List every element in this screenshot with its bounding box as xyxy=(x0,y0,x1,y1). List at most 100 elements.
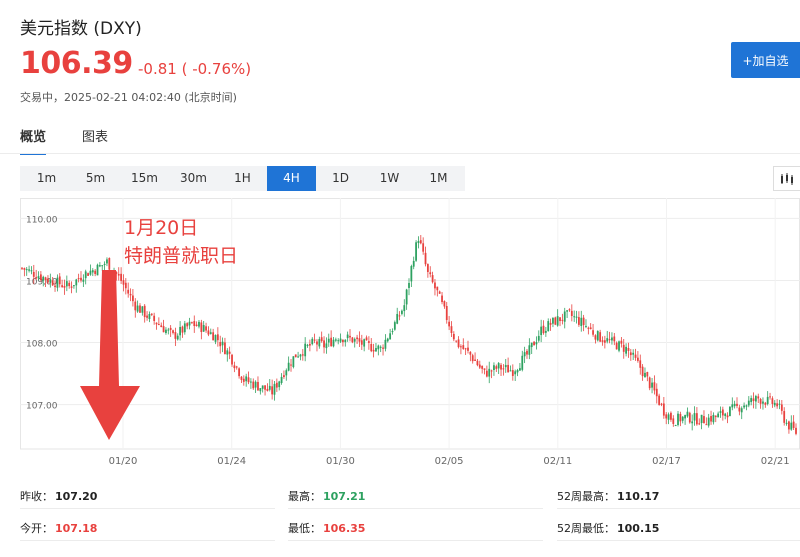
candle-body xyxy=(327,338,330,343)
candle-body xyxy=(353,338,356,342)
period-4h[interactable]: 4H xyxy=(267,166,316,191)
candle-body xyxy=(554,317,557,325)
candle-body xyxy=(530,342,533,348)
period-1h[interactable]: 1H xyxy=(218,166,267,191)
candle-body xyxy=(514,371,517,375)
candle-body xyxy=(594,335,597,340)
tab-divider xyxy=(0,153,800,154)
candle-body xyxy=(417,241,420,244)
candle-body xyxy=(519,368,521,371)
stat-low-value: 106.35 xyxy=(323,522,366,535)
stat-high: 最高： 107.21 xyxy=(288,488,365,504)
candle-body xyxy=(191,322,193,324)
candle-body xyxy=(405,289,408,305)
period-1m[interactable]: 1m xyxy=(22,166,71,191)
candle-body xyxy=(146,315,148,318)
candle-body xyxy=(360,340,363,345)
candle-body xyxy=(677,413,679,425)
candle-body xyxy=(176,335,179,340)
candle-body xyxy=(108,258,111,270)
stats-row-divider xyxy=(557,540,800,541)
candle-body xyxy=(780,404,783,411)
candle-body xyxy=(552,317,554,324)
stat-high-label: 最高： xyxy=(288,490,321,503)
candle-body xyxy=(769,396,771,398)
candle-body xyxy=(39,274,42,281)
tab-chart[interactable]: 图表 xyxy=(82,126,108,155)
add-watchlist-button[interactable]: +加自选 xyxy=(731,42,800,78)
trading-status: 交易中，2025-02-21 04:02:40 (北京时间) xyxy=(20,91,237,104)
y-tick-label: 107.00 xyxy=(26,402,58,412)
annotation-line-1: 1月20日 xyxy=(124,217,198,239)
candle-body xyxy=(320,337,323,342)
candle-body xyxy=(460,346,462,348)
candle-body xyxy=(497,363,500,369)
candle-body xyxy=(719,411,722,413)
candle-body xyxy=(143,305,146,318)
candle-body xyxy=(648,377,651,389)
candle-body xyxy=(77,278,80,280)
x-tick-label: 02/21 xyxy=(761,456,790,467)
candle-body xyxy=(235,366,238,368)
candle-body xyxy=(655,388,658,397)
stat-52w-high: 52周最高： 110.17 xyxy=(557,488,659,504)
period-30m[interactable]: 30m xyxy=(169,166,218,191)
candle-body xyxy=(462,345,465,349)
candle-body xyxy=(96,264,99,276)
candle-body xyxy=(426,264,429,272)
candle-body xyxy=(172,330,174,333)
candle-body xyxy=(117,273,120,276)
candle-body xyxy=(254,381,257,388)
candle-body xyxy=(490,370,493,372)
candle-body xyxy=(226,350,229,355)
price-chart[interactable]: 110.00 109.00 108.00 107.00 01/20 01/24 01/30 0… xyxy=(20,198,800,470)
tab-overview[interactable]: 概览 xyxy=(20,126,47,155)
candle-body xyxy=(103,263,106,265)
stats-row-divider xyxy=(20,508,275,509)
stat-52w-high-label: 52周最高： xyxy=(557,490,615,503)
candle-body xyxy=(141,306,144,313)
candle-body xyxy=(212,332,215,341)
candle-body xyxy=(625,346,627,354)
period-1mo[interactable]: 1M xyxy=(414,166,463,191)
candle-body xyxy=(707,417,710,426)
candle-body xyxy=(257,381,259,391)
candle-body xyxy=(304,343,307,357)
candle-body xyxy=(542,325,545,334)
candle-body xyxy=(438,291,441,294)
period-5m[interactable]: 5m xyxy=(71,166,120,191)
candle-body xyxy=(712,414,715,423)
candle-body xyxy=(216,334,219,341)
candle-body xyxy=(179,326,182,336)
candle-body xyxy=(537,335,540,341)
candle-body xyxy=(611,337,613,341)
chart-type-button[interactable] xyxy=(773,166,800,191)
period-15m[interactable]: 15m xyxy=(120,166,169,191)
candle-body xyxy=(30,270,33,272)
candle-body xyxy=(344,339,347,343)
candle-body xyxy=(762,401,764,404)
candle-body xyxy=(129,293,132,296)
candle-body xyxy=(792,421,795,428)
current-price: 106.39 xyxy=(20,46,133,81)
period-1d[interactable]: 1D xyxy=(316,166,365,191)
candle-body xyxy=(356,337,358,340)
candle-body xyxy=(533,341,535,346)
annotation-line-2: 特朗普就职日 xyxy=(124,245,238,267)
candle-body xyxy=(670,412,672,420)
candle-body xyxy=(334,339,337,341)
period-1w[interactable]: 1W xyxy=(365,166,414,191)
candle-body xyxy=(686,411,689,417)
candle-body xyxy=(134,301,137,311)
candle-body xyxy=(504,364,507,368)
candle-body xyxy=(483,368,486,370)
candle-body xyxy=(148,314,151,319)
candle-body xyxy=(667,414,670,420)
candle-body xyxy=(308,343,311,346)
candle-body xyxy=(87,273,89,276)
x-tick-label: 01/30 xyxy=(326,456,355,467)
candle-body xyxy=(205,326,207,331)
candle-body xyxy=(608,339,611,341)
candle-body xyxy=(729,406,731,417)
stat-52w-low-label: 52周最低： xyxy=(557,522,615,535)
